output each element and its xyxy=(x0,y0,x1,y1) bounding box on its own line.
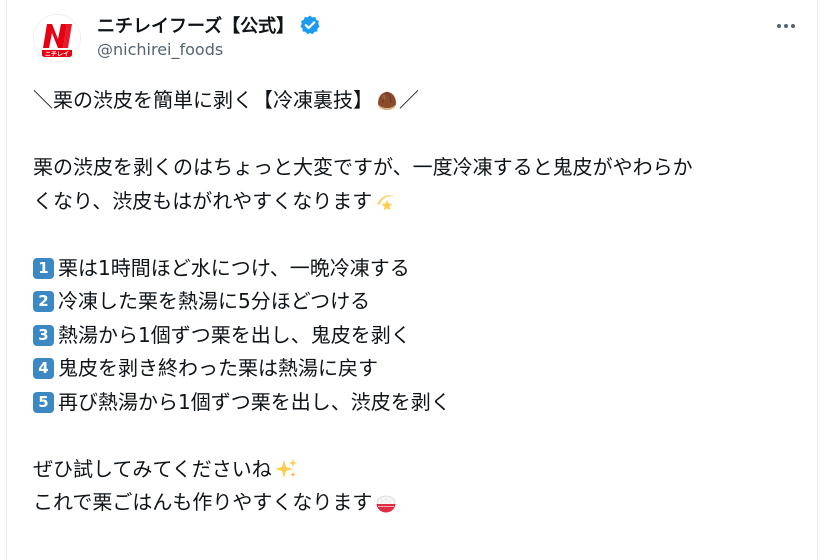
tweet-text: ＼栗の渋皮を簡単に剥く【冷凍裏技】 ／ 栗の渋皮を剥くのはちょっと大変ですが、一… xyxy=(33,84,803,520)
step-1: 1 栗は1時間ほど水につけ、一晩冷凍する xyxy=(33,252,803,286)
intro-line-1: 栗の渋皮を剥くのはちょっと大変ですが、一度冷凍すると鬼皮がやわらか xyxy=(33,151,803,185)
nichirei-logo-icon: ニチレイ xyxy=(34,15,80,61)
step-text: 栗は1時間ほど水につけ、一晩冷凍する xyxy=(58,255,410,280)
keycap-2-icon: 2 xyxy=(33,291,54,313)
logo-text: ニチレイ xyxy=(45,51,69,58)
tweet-card: ニチレイ ニチレイフーズ【公式】 @nichirei_foods ＼栗の渋皮を簡… xyxy=(6,0,818,560)
step-4: 4 鬼皮を剥き終わった栗は熱湯に戻す xyxy=(33,352,803,386)
closing-text-2: これで栗ごはんも作りやすくなります xyxy=(33,490,373,514)
closing-line-2: これで栗ごはんも作りやすくなります xyxy=(33,486,803,520)
verified-badge-icon xyxy=(299,14,321,36)
tweet-title-line: ＼栗の渋皮を簡単に剥く【冷凍裏技】 ／ xyxy=(33,84,803,118)
chestnut-emoji xyxy=(375,89,399,113)
profile-avatar[interactable]: ニチレイ xyxy=(33,14,81,62)
keycap-4-icon: 4 xyxy=(33,358,54,380)
step-text: 再び熱湯から1個ずつ栗を出し、渋皮を剥く xyxy=(58,389,451,414)
closing-line-1: ぜひ試してみてくださいね xyxy=(33,453,803,487)
step-3: 3 熱湯から1個ずつ栗を出し、鬼皮を剥く xyxy=(33,319,803,353)
closing-text-1: ぜひ試してみてくださいね xyxy=(33,456,272,481)
keycap-1-icon: 1 xyxy=(33,257,54,279)
intro-text-2: くなり、渋皮もはがれやすくなります xyxy=(33,188,373,213)
intro-line-2: くなり、渋皮もはがれやすくなります xyxy=(33,185,803,219)
keycap-5-icon: 5 xyxy=(33,391,54,413)
dizzy-star-emoji xyxy=(374,189,398,213)
user-handle[interactable]: @nichirei_foods xyxy=(97,40,223,59)
rice-bowl-emoji xyxy=(374,491,398,515)
title-text: ＼栗の渋皮を簡単に剥く【冷凍裏技】 xyxy=(33,88,373,112)
title-end: ／ xyxy=(399,88,419,112)
author-name-row[interactable]: ニチレイフーズ【公式】 xyxy=(97,12,321,38)
step-text: 冷凍した栗を熱湯に5分ほどつける xyxy=(58,289,371,313)
intro-text-1: 栗の渋皮を剥くのはちょっと大変ですが、一度冷凍すると鬼皮がやわらか xyxy=(33,155,693,179)
more-options-icon[interactable] xyxy=(773,16,799,36)
keycap-3-icon: 3 xyxy=(33,324,54,346)
display-name[interactable]: ニチレイフーズ【公式】 xyxy=(97,12,294,38)
step-2: 2 冷凍した栗を熱湯に5分ほどつける xyxy=(33,285,803,319)
step-text: 鬼皮を剥き終わった栗は熱湯に戻す xyxy=(58,356,378,380)
step-text: 熱湯から1個ずつ栗を出し、鬼皮を剥く xyxy=(58,322,411,347)
step-5: 5 再び熱湯から1個ずつ栗を出し、渋皮を剥く xyxy=(33,386,803,420)
sparkles-emoji xyxy=(274,457,298,481)
